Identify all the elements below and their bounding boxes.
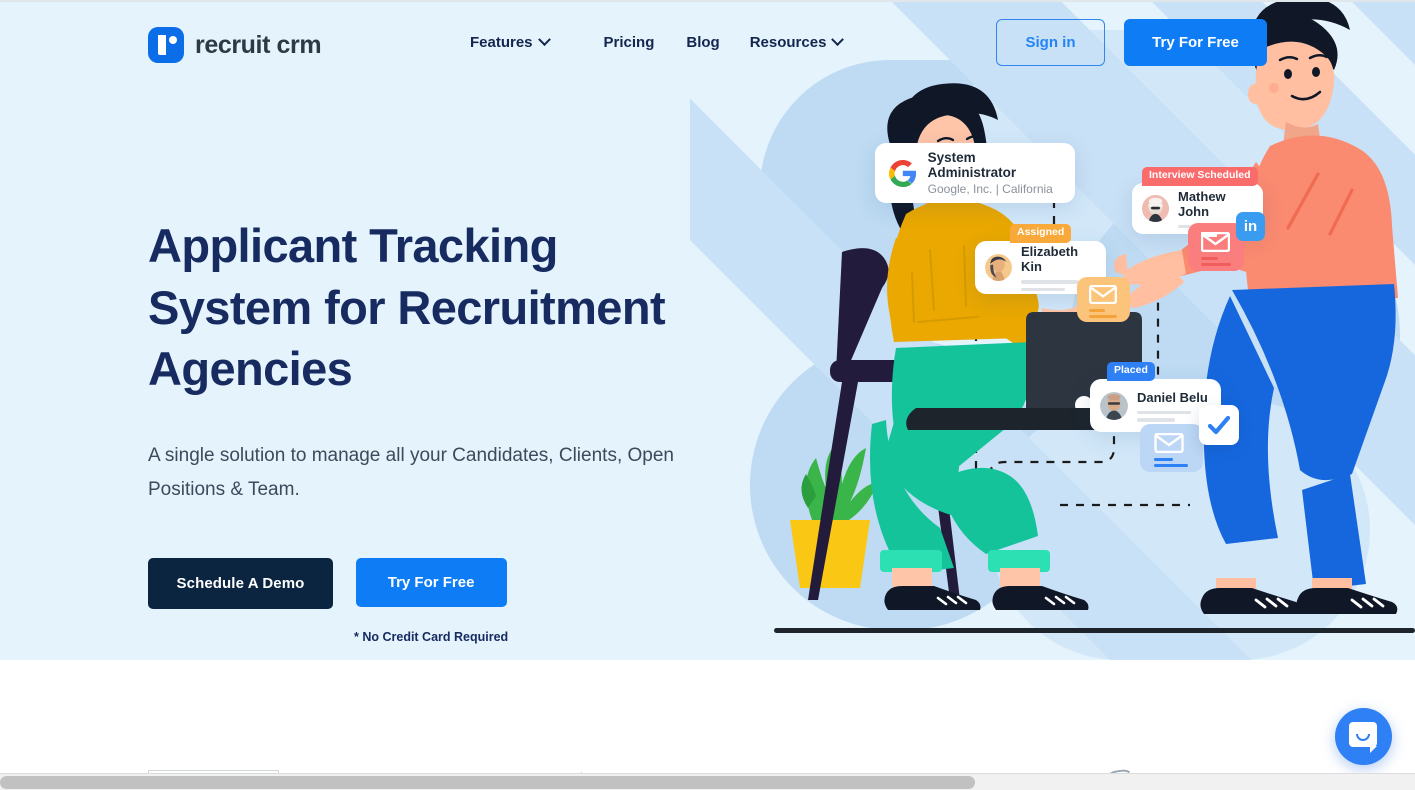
chat-bubble-icon — [1349, 722, 1377, 753]
chat-launcher-button[interactable] — [1335, 708, 1392, 765]
site-header: recruit crm Features Pricing Blog Resour… — [0, 0, 1415, 86]
horizontal-scrollbar[interactable] — [0, 773, 1415, 790]
no-credit-card-note: * No Credit Card Required — [354, 629, 509, 644]
check-icon — [1199, 405, 1239, 445]
hero-subtitle: A single solution to manage all your Can… — [148, 444, 674, 501]
nav-item-label: Blog — [686, 34, 720, 51]
logo-text: recruit crm — [195, 30, 322, 59]
hero-illustration: System Administrator Google, Inc. | Cali… — [690, 0, 1415, 700]
page-title: Applicant Tracking System for Recruitmen… — [148, 219, 666, 396]
nav-item-label: Pricing — [603, 34, 655, 51]
nav-item-resources[interactable]: Resources — [749, 30, 845, 55]
recruit-crm-logo-icon — [148, 27, 184, 63]
mail-icon-blue — [1140, 424, 1203, 472]
nav-item-label: Features — [470, 34, 533, 51]
google-logo-icon — [889, 159, 917, 187]
schedule-a-demo-button[interactable]: Schedule A Demo — [148, 557, 333, 609]
main-navigation: Features Pricing Blog Resources — [470, 30, 845, 55]
company-card[interactable]: System Administrator Google, Inc. | Cali… — [875, 143, 1075, 203]
company-card-meta: Google, Inc. | California — [927, 182, 1053, 196]
company-card-name: System Administrator — [927, 150, 1017, 180]
page-top-rule — [0, 0, 1415, 2]
try-for-free-button-header[interactable]: Try For Free — [1124, 19, 1267, 66]
status-badge-placed: Placed — [1107, 362, 1155, 381]
man-reaching — [1114, 0, 1398, 614]
avatar — [1142, 195, 1169, 222]
chevron-down-icon — [831, 33, 845, 47]
status-badge-assigned: Assigned — [1010, 224, 1072, 243]
scrollbar-thumb[interactable] — [0, 776, 975, 789]
header-actions: Sign in Try For Free — [996, 19, 1267, 66]
status-badge-interview-scheduled: Interview Scheduled — [1142, 167, 1258, 186]
try-for-free-button-hero[interactable]: Try For Free — [355, 557, 507, 607]
candidate-name: Elizabeth Kin — [1021, 244, 1079, 274]
below-fold-section — [0, 660, 1415, 790]
avatar — [985, 254, 1012, 281]
logo[interactable]: recruit crm — [148, 27, 322, 63]
nav-item-label: Resources — [749, 34, 827, 51]
ground-line — [774, 628, 1415, 633]
illustration-artwork — [774, 0, 1415, 633]
hero-copy: Applicant Tracking System for Recruitmen… — [148, 215, 708, 644]
hero-section: recruit crm Features Pricing Blog Resour… — [0, 0, 1415, 700]
mail-icon-orange — [1077, 277, 1130, 322]
sign-in-button[interactable]: Sign in — [996, 19, 1105, 66]
linkedin-icon[interactable]: in — [1236, 212, 1265, 241]
nav-item-features[interactable]: Features — [470, 30, 551, 55]
nav-item-pricing[interactable]: Pricing — [604, 30, 655, 55]
avatar — [1100, 391, 1128, 420]
candidate-name: Daniel Belu — [1137, 389, 1208, 405]
nav-item-blog[interactable]: Blog — [686, 30, 719, 55]
hero-cta-row: Schedule A Demo Try For Free * No Credit… — [148, 557, 708, 644]
chevron-down-icon — [537, 33, 551, 47]
